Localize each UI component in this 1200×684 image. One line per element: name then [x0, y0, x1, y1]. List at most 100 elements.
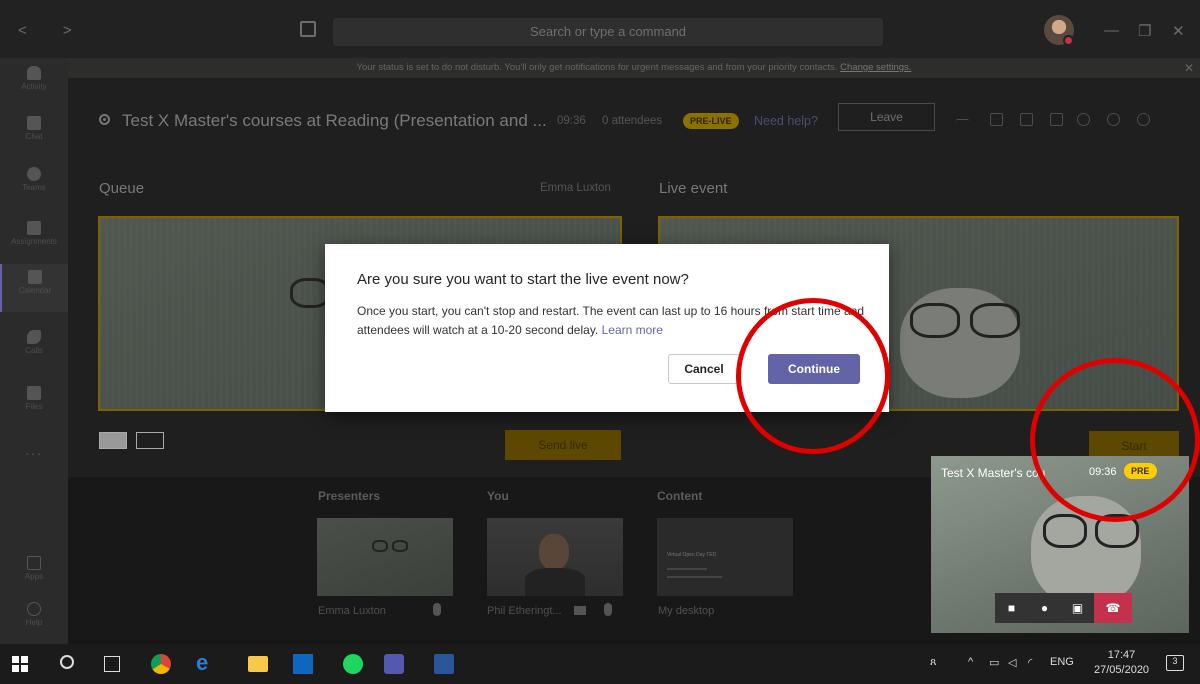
glasses-left-lens [910, 303, 960, 338]
start-pane [21, 656, 28, 663]
mini-preview-window[interactable]: Test X Master's cou 09:36 PRE ■ ● ▣ ☎ [931, 456, 1189, 633]
presenter-name: Emma Luxton [318, 605, 386, 617]
rail-label: Activity [21, 82, 47, 91]
event-time: 09:36 [557, 115, 586, 127]
mic-icon[interactable] [433, 603, 441, 616]
info-icon[interactable] [1137, 113, 1150, 126]
hang-up-button[interactable]: ☎ [1094, 593, 1132, 623]
rail-item-teams[interactable]: Teams [0, 161, 68, 209]
slide-line [667, 568, 707, 570]
gear-icon[interactable] [1107, 113, 1120, 126]
live-event-label: Live event [659, 180, 728, 197]
rail-item-activity[interactable]: Activity [0, 60, 68, 108]
camera-toggle-button[interactable]: ■ [995, 593, 1028, 623]
confirm-start-dialog: Are you sure you want to start the live … [325, 244, 889, 412]
chrome-icon[interactable] [151, 654, 171, 674]
notes-icon[interactable] [990, 113, 1003, 126]
pip-time: 09:36 [1089, 466, 1117, 478]
split-layout-button[interactable] [136, 432, 164, 449]
queue-label: Queue [99, 180, 145, 197]
banner-close-icon[interactable]: ✕ [1184, 58, 1194, 78]
app-rail: Activity Chat Teams Assignments Calendar… [0, 58, 68, 644]
rail-item-calls[interactable]: Calls [0, 324, 68, 372]
wifi-icon[interactable]: ◜ [1028, 656, 1032, 669]
chat-icon[interactable] [1050, 113, 1063, 126]
search-input[interactable]: Search or type a command [333, 18, 883, 46]
you-thumbnail[interactable] [487, 518, 623, 596]
camera-icon[interactable] [574, 606, 586, 615]
clock[interactable]: 17:47 27/05/2020 [1094, 648, 1149, 678]
volume-icon[interactable]: ◁ [1008, 656, 1016, 669]
nav-arrows[interactable]: < > [18, 22, 88, 39]
calendar-icon [28, 270, 42, 284]
language-indicator[interactable]: ENG [1050, 656, 1074, 668]
word-icon[interactable] [434, 654, 454, 674]
tray-chevron-icon[interactable]: ^ [968, 656, 973, 668]
rail-item-help[interactable]: Help [0, 596, 68, 644]
continue-button[interactable]: Continue [768, 354, 860, 384]
call-controls: ■ ● ▣ ☎ [995, 593, 1132, 623]
cancel-button[interactable]: Cancel [668, 354, 740, 384]
windows-start-icon[interactable] [12, 656, 28, 672]
mic-toggle-button[interactable]: ● [1028, 593, 1061, 623]
dnd-status-icon [1063, 35, 1074, 46]
more-apps-icon[interactable]: ... [0, 442, 68, 458]
people-icon[interactable] [1077, 113, 1090, 126]
rail-item-apps[interactable]: Apps [0, 550, 68, 598]
task-view-icon[interactable] [104, 656, 120, 672]
presenter-thumbnail[interactable] [317, 518, 453, 596]
glasses-right-lens [1095, 514, 1139, 548]
glasses-shape [290, 278, 330, 308]
presenters-label: Presenters [318, 489, 381, 503]
spotify-icon[interactable] [343, 654, 363, 674]
rail-label: Files [25, 402, 43, 411]
people-taskbar-icon[interactable]: ጸ [930, 656, 936, 669]
phone-icon [27, 330, 41, 344]
dog-face [1031, 496, 1141, 606]
minimize-button[interactable]: — [1104, 22, 1119, 39]
rail-label: Calendar [18, 286, 52, 295]
pip-title: Test X Master's cou [941, 466, 1046, 480]
rail-item-files[interactable]: Files [0, 380, 68, 428]
content-slide-text: Virtual Open Day TED [667, 552, 717, 558]
mic-icon[interactable] [604, 603, 612, 616]
send-live-button[interactable]: Send live [505, 430, 621, 460]
change-settings-link[interactable]: Change settings. [840, 62, 911, 73]
teams-taskbar-icon[interactable] [384, 654, 404, 674]
single-layout-button[interactable] [99, 432, 127, 449]
compose-icon[interactable] [300, 21, 316, 37]
share-tray-button[interactable]: ▣ [1061, 593, 1094, 623]
clipboard-icon[interactable] [1020, 113, 1033, 126]
status-badge: PRE-LIVE [683, 113, 739, 129]
rail-item-assignments[interactable]: Assignments [0, 215, 68, 263]
restore-button[interactable]: ❐ [1138, 22, 1151, 40]
close-button[interactable]: ✕ [1172, 22, 1185, 40]
notification-center-icon[interactable]: 3 [1166, 655, 1184, 671]
glasses-shape [372, 540, 388, 552]
help-icon [27, 602, 41, 616]
need-help-link[interactable]: Need help? [754, 114, 818, 128]
dnd-banner: Your status is set to do not disturb. Yo… [68, 58, 1200, 78]
edge-icon[interactable]: e [196, 650, 216, 675]
glasses-left-lens [1043, 514, 1087, 548]
rail-label: Chat [25, 132, 43, 141]
battery-icon[interactable]: ▭ [989, 656, 999, 669]
rail-item-calendar[interactable]: Calendar [0, 264, 68, 312]
content-name: My desktop [658, 605, 715, 617]
windows-taskbar: e ጸ ^ ▭ ◁ ◜ ENG 17:47 27/05/2020 3 [0, 644, 1200, 684]
rail-label: Apps [24, 572, 44, 581]
learn-more-link[interactable]: Learn more [602, 323, 663, 337]
outlook-icon[interactable] [293, 654, 313, 674]
health-icon[interactable] [956, 119, 969, 125]
file-explorer-icon[interactable] [248, 656, 268, 672]
banner-text: Your status is set to do not disturb. Yo… [356, 62, 838, 73]
chat-icon [27, 116, 41, 130]
leave-button[interactable]: Leave [838, 103, 935, 131]
search-icon[interactable] [60, 655, 74, 669]
rail-label: Help [25, 618, 43, 627]
you-name: Phil Etheringt... [487, 605, 562, 617]
teams-icon [27, 167, 41, 181]
rail-item-chat[interactable]: Chat [0, 110, 68, 158]
content-thumbnail[interactable]: Virtual Open Day TED [657, 518, 793, 596]
person-shoulders [525, 568, 585, 596]
